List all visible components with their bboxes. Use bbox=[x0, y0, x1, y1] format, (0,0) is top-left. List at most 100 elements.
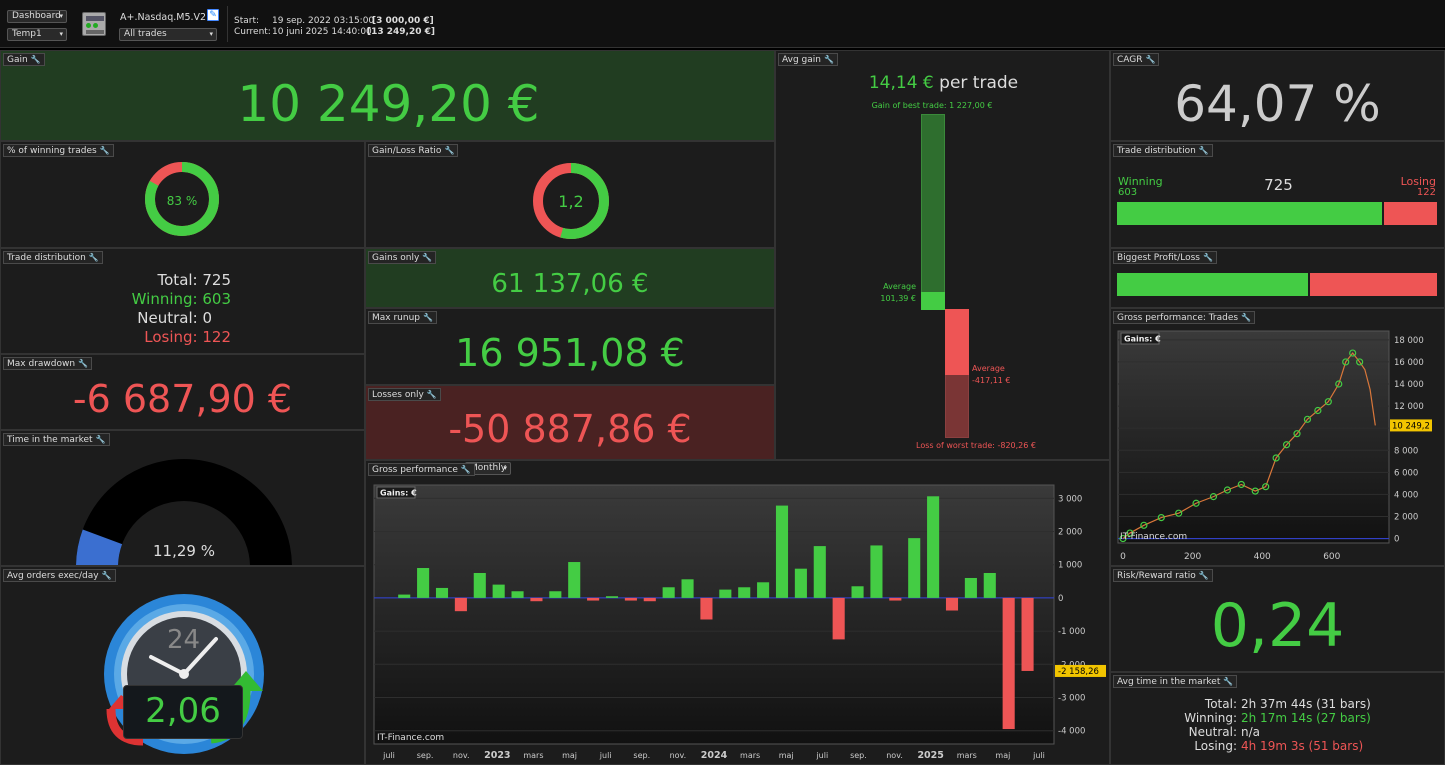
wrench-icon[interactable]: 🔧 bbox=[824, 54, 834, 66]
template-select[interactable]: Temp1 ▾ bbox=[7, 28, 67, 41]
y-tick-label: 6 000 bbox=[1394, 468, 1418, 478]
wrench-icon[interactable]: 🔧 bbox=[1199, 145, 1209, 157]
x-tick-label: mars bbox=[957, 751, 977, 760]
wrench-icon[interactable]: 🔧 bbox=[444, 145, 454, 157]
winning-pct-title[interactable]: % of winning trades 🔧 bbox=[3, 144, 114, 157]
worst-trade-label: Loss of worst trade: -820,26 € bbox=[916, 441, 1036, 450]
biggest-profit-loss-title[interactable]: Biggest Profit/Loss 🔧 bbox=[1113, 251, 1217, 264]
bar bbox=[605, 596, 619, 598]
watermark: IT-Finance.com bbox=[1120, 532, 1187, 542]
gains-only-title[interactable]: Gains only 🔧 bbox=[368, 251, 437, 264]
risk-reward-title[interactable]: Risk/Reward ratio 🔧 bbox=[1113, 569, 1213, 582]
y-tick-label: 12 000 bbox=[1394, 402, 1424, 412]
wrench-icon[interactable]: 🔧 bbox=[1203, 252, 1213, 264]
y-tick-label: 16 000 bbox=[1394, 358, 1424, 368]
gain-title[interactable]: Gain 🔧 bbox=[3, 53, 45, 66]
trade-neutral: Neutral: 0 bbox=[137, 309, 212, 327]
bar bbox=[870, 545, 883, 598]
dist-bar-losing bbox=[1383, 202, 1437, 225]
x-tick-label: sep. bbox=[850, 751, 867, 760]
time-in-market-title[interactable]: Time in the market 🔧 bbox=[3, 433, 110, 446]
avg-win-bar bbox=[921, 292, 945, 310]
gross-monthly-title[interactable]: Gross performance 🔧 bbox=[368, 463, 475, 476]
x-tick-label: mars bbox=[740, 751, 760, 760]
x-tick-label: 400 bbox=[1254, 552, 1271, 562]
strategy-icon[interactable] bbox=[82, 12, 106, 36]
x-tick-label: sep. bbox=[633, 751, 650, 760]
avg-loss-bar bbox=[945, 309, 969, 375]
avg-orders-title[interactable]: Avg orders exec/day 🔧 bbox=[3, 569, 116, 582]
avg-time-total-label: Total: bbox=[1204, 697, 1237, 711]
avg-orders-panel: Avg orders exec/day 🔧 24 2,06 bbox=[0, 566, 365, 765]
wrench-icon[interactable]: 🔧 bbox=[1146, 54, 1156, 66]
wrench-icon[interactable]: 🔧 bbox=[31, 54, 41, 66]
bar bbox=[624, 597, 637, 601]
losses-only-title[interactable]: Losses only 🔧 bbox=[368, 388, 441, 401]
current-date: 10 juni 2025 14:40:00 bbox=[272, 27, 372, 37]
risk-reward-value: 0,24 bbox=[1210, 591, 1345, 661]
y-tick-label: 0 bbox=[1058, 594, 1063, 604]
avg-gain-title[interactable]: Avg gain 🔧 bbox=[778, 53, 838, 66]
gain-loss-ratio-title[interactable]: Gain/Loss Ratio 🔧 bbox=[368, 144, 459, 157]
last-value-label: 10 249,2 bbox=[1392, 421, 1430, 431]
y-tick-label: 3 000 bbox=[1058, 494, 1082, 504]
avg-time-winning-value: 2h 17m 14s (27 bars) bbox=[1241, 711, 1371, 725]
bar bbox=[889, 597, 902, 601]
legend-label: Gains: € bbox=[1124, 335, 1161, 344]
x-tick-label: maj bbox=[779, 751, 794, 760]
cagr-title[interactable]: CAGR 🔧 bbox=[1113, 53, 1160, 66]
bar bbox=[813, 546, 826, 598]
wrench-icon[interactable]: 🔧 bbox=[100, 145, 110, 157]
clock-dial-number: 24 bbox=[166, 625, 201, 655]
bar bbox=[549, 591, 562, 598]
bar bbox=[945, 597, 959, 611]
wrench-icon[interactable]: 🔧 bbox=[102, 570, 112, 582]
gross-trades-chart[interactable]: 18 00016 00014 00012 00010 0008 0006 000… bbox=[1116, 329, 1444, 565]
wrench-icon[interactable]: 🔧 bbox=[78, 358, 88, 370]
wrench-icon[interactable]: 🔧 bbox=[427, 389, 437, 401]
wrench-icon[interactable]: 🔧 bbox=[422, 252, 432, 264]
wrench-icon[interactable]: 🔧 bbox=[461, 464, 471, 476]
max-runup-title[interactable]: Max runup 🔧 bbox=[368, 311, 437, 324]
view-select[interactable]: Dashboard ▾ bbox=[7, 10, 67, 23]
gross-monthly-chart[interactable]: 3 0002 0001 0000-1 000-2 000-3 000-4 000… bbox=[371, 481, 1109, 764]
trade-distribution-bar-title[interactable]: Trade distribution 🔧 bbox=[1113, 144, 1213, 157]
max-runup-panel: Max runup 🔧 16 951,08 € bbox=[365, 308, 775, 385]
trade-losing: Losing: 122 bbox=[144, 328, 231, 346]
wrench-icon[interactable]: 🔧 bbox=[1199, 570, 1209, 582]
avg-gain-headline: 14,14 € per trade bbox=[776, 73, 1109, 93]
max-drawdown-value: -6 687,90 € bbox=[72, 377, 293, 421]
biggest-loss-bar bbox=[1309, 273, 1437, 296]
x-tick-label: juli bbox=[815, 751, 828, 760]
current-label: Current: bbox=[234, 27, 271, 37]
bar bbox=[964, 577, 977, 598]
edit-icon[interactable]: ✎ bbox=[207, 9, 219, 21]
wrench-icon[interactable]: 🔧 bbox=[423, 312, 433, 324]
biggest-profit-loss-panel: Biggest Profit/Loss 🔧 bbox=[1110, 248, 1445, 308]
avg-time-losing-value: 4h 19m 3s (51 bars) bbox=[1241, 739, 1364, 753]
y-tick-label: 18 000 bbox=[1394, 336, 1424, 346]
wrench-icon[interactable]: 🔧 bbox=[96, 434, 106, 446]
x-tick-label: 2025 bbox=[917, 750, 943, 761]
wrench-icon[interactable]: 🔧 bbox=[89, 252, 99, 264]
trade-winning: Winning: 603 bbox=[131, 290, 231, 308]
gross-trades-title[interactable]: Gross performance: Trades 🔧 bbox=[1113, 311, 1256, 324]
cagr-panel: CAGR 🔧 64,07 % bbox=[1110, 50, 1445, 141]
wrench-icon[interactable]: 🔧 bbox=[1223, 676, 1233, 688]
y-tick-label: -1 000 bbox=[1058, 627, 1085, 637]
avg-time-total-value: 2h 37m 44s (31 bars) bbox=[1241, 697, 1371, 711]
trades-filter-select[interactable]: All trades ▾ bbox=[119, 28, 217, 41]
bar bbox=[435, 587, 449, 598]
gross-performance-trades-panel: Gross performance: Trades 🔧 18 000 16 000 1… bbox=[1110, 308, 1445, 566]
y-tick-label: -4 000 bbox=[1058, 727, 1085, 737]
top-toolbar: Dashboard ▾ Temp1 ▾ A+.Nasdaq.M5.V2.1 ✎ Al… bbox=[0, 0, 1445, 48]
trade-distribution-title[interactable]: Trade distribution 🔧 bbox=[3, 251, 103, 264]
losses-only-value: -50 887,86 € bbox=[448, 407, 692, 451]
x-tick-label: 600 bbox=[1323, 552, 1340, 562]
max-drawdown-title[interactable]: Max drawdown 🔧 bbox=[3, 357, 93, 370]
biggest-profit-bar bbox=[1117, 273, 1308, 296]
avg-time-title[interactable]: Avg time in the market 🔧 bbox=[1113, 675, 1238, 688]
wrench-icon[interactable]: 🔧 bbox=[1241, 312, 1251, 324]
time-in-market-panel: Time in the market 🔧 11,29 % bbox=[0, 430, 365, 566]
x-tick-label: mars bbox=[523, 751, 543, 760]
